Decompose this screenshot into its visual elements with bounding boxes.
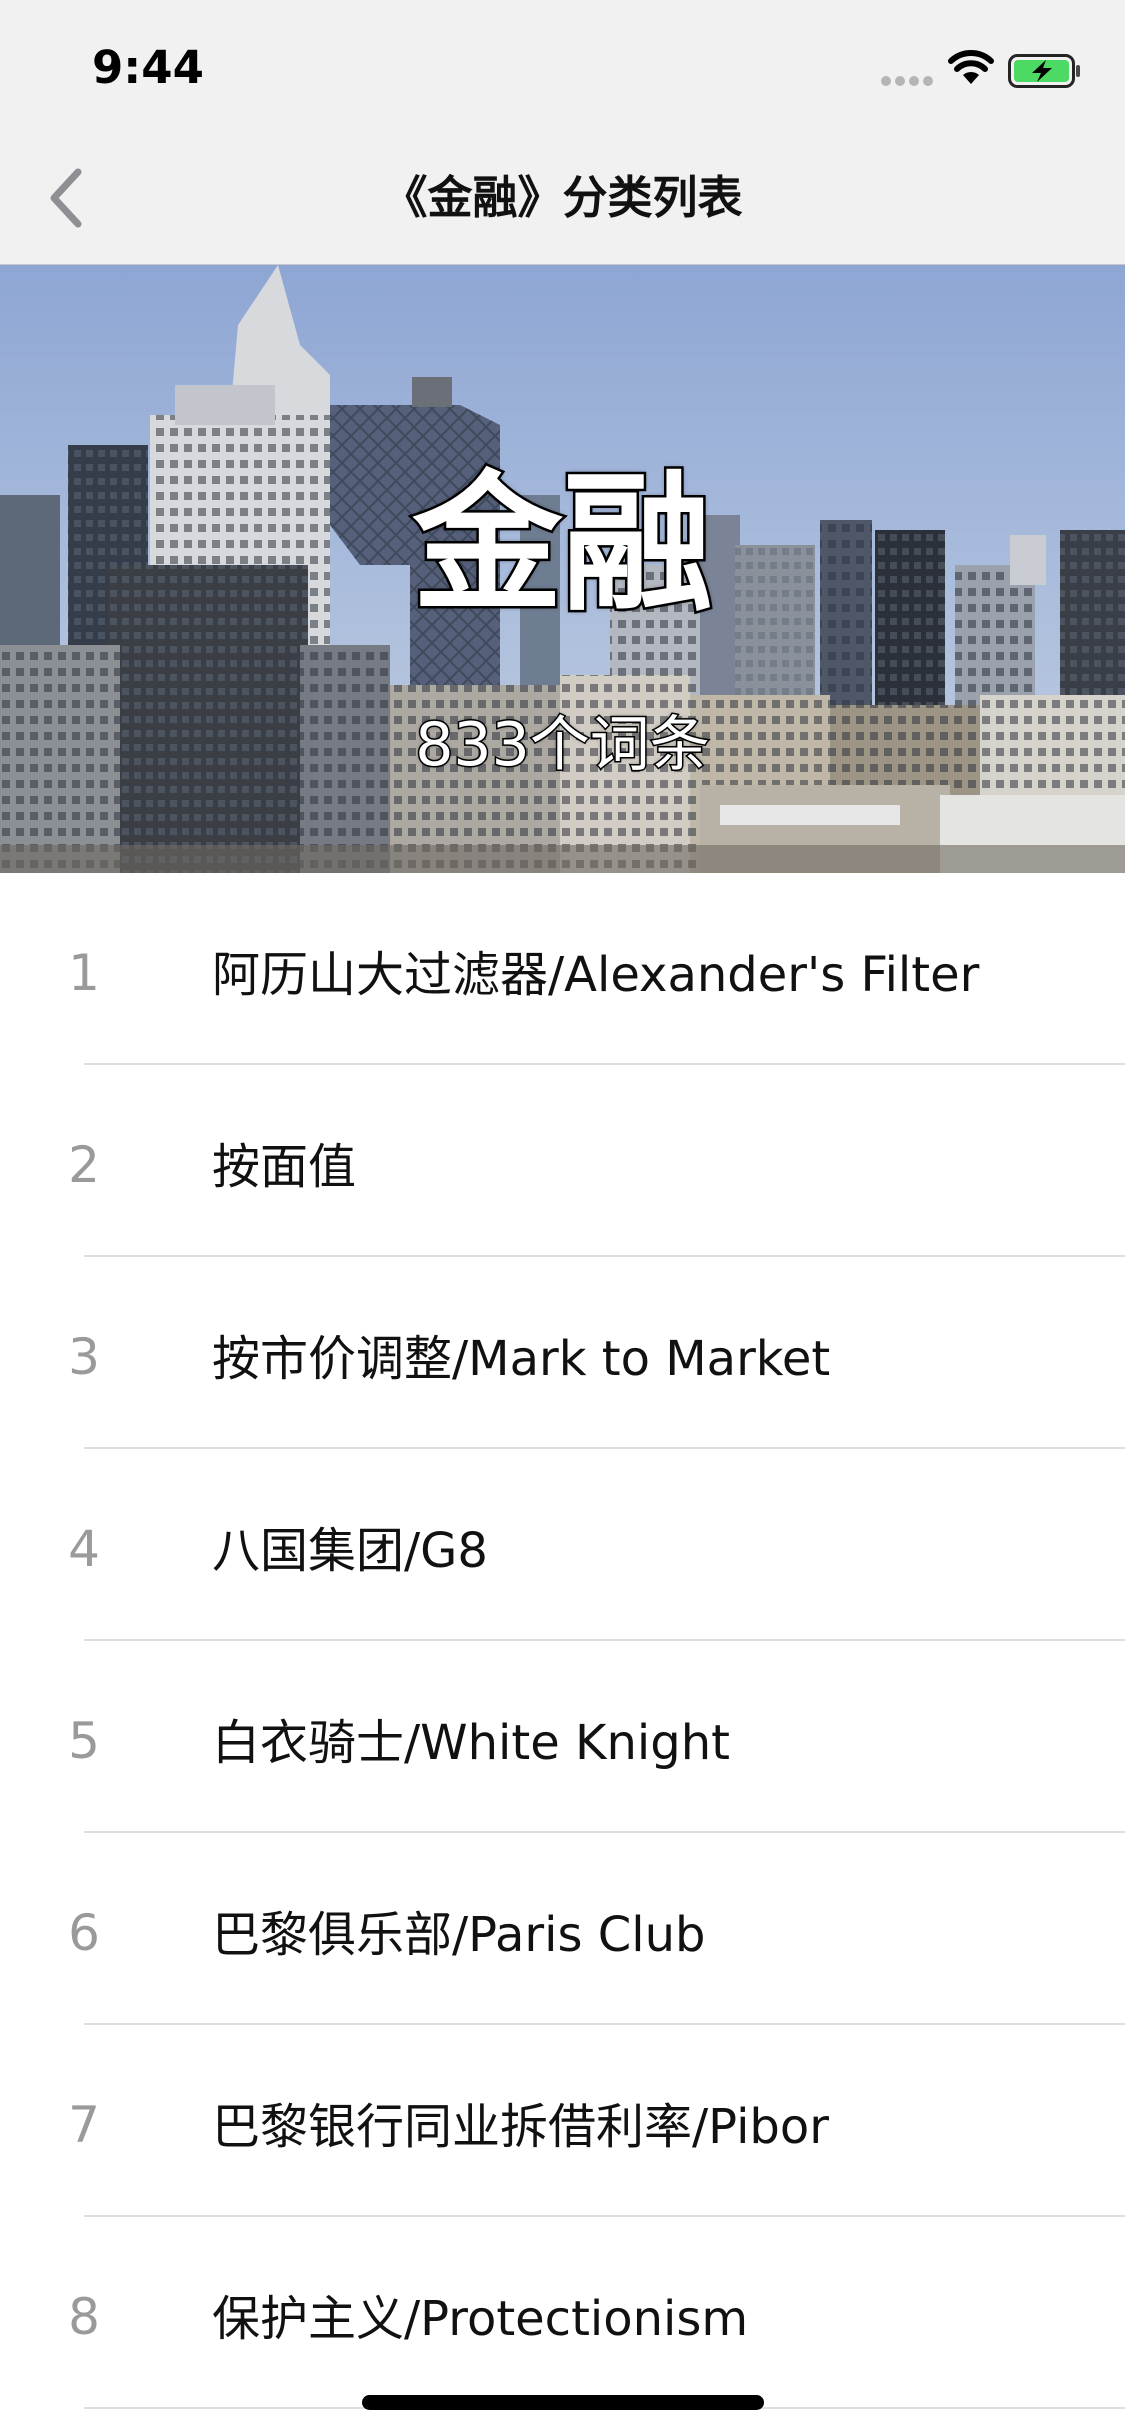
back-button[interactable]: [36, 160, 100, 236]
page-title: 《金融》分类列表: [382, 171, 743, 224]
list-item[interactable]: 3 按市价调整/Mark to Market: [0, 1257, 1125, 1449]
term-count: 833个词条: [414, 709, 712, 782]
item-index: 1: [68, 944, 100, 1002]
item-index: 6: [68, 1904, 100, 1962]
list-item[interactable]: 1 阿历山大过滤器/Alexander's Filter: [0, 873, 1125, 1065]
status-bar: 9:44: [0, 0, 1125, 132]
item-label: 巴黎银行同业拆借利率/Pibor: [212, 2099, 829, 2155]
item-label: 保护主义/Protectionism: [212, 2291, 749, 2347]
status-time: 9:44: [92, 41, 204, 94]
item-index: 2: [68, 1136, 100, 1194]
item-label: 巴黎俱乐部/Paris Club: [212, 1907, 706, 1963]
term-list: 1 阿历山大过滤器/Alexander's Filter 2 按面值 3 按市价…: [0, 873, 1125, 2409]
list-item[interactable]: 4 八国集团/G8: [0, 1449, 1125, 1641]
item-label: 按市价调整/Mark to Market: [212, 1331, 831, 1387]
wifi-icon: [948, 50, 994, 84]
cellular-dots-icon: [881, 76, 933, 86]
list-item[interactable]: 6 巴黎俱乐部/Paris Club: [0, 1833, 1125, 2025]
category-title: 金融: [410, 456, 715, 635]
item-index: 4: [68, 1520, 100, 1578]
item-index: 7: [68, 2096, 100, 2154]
category-banner: 金融 833个词条: [0, 265, 1125, 873]
chevron-left-icon: [50, 168, 82, 228]
home-indicator[interactable]: [362, 2395, 764, 2410]
item-label: 按面值: [212, 1139, 357, 1195]
list-item[interactable]: 8 保护主义/Protectionism: [0, 2217, 1125, 2409]
navigation-bar: 《金融》分类列表: [0, 132, 1125, 265]
item-index: 3: [68, 1328, 100, 1386]
item-index: 8: [68, 2288, 100, 2346]
item-index: 5: [68, 1712, 100, 1770]
item-label: 阿历山大过滤器/Alexander's Filter: [212, 947, 980, 1003]
item-label: 白衣骑士/White Knight: [212, 1715, 730, 1771]
list-item[interactable]: 7 巴黎银行同业拆借利率/Pibor: [0, 2025, 1125, 2217]
list-item[interactable]: 5 白衣骑士/White Knight: [0, 1641, 1125, 1833]
battery-charging-icon: [1008, 54, 1080, 88]
item-label: 八国集团/G8: [212, 1523, 488, 1579]
list-item[interactable]: 2 按面值: [0, 1065, 1125, 1257]
